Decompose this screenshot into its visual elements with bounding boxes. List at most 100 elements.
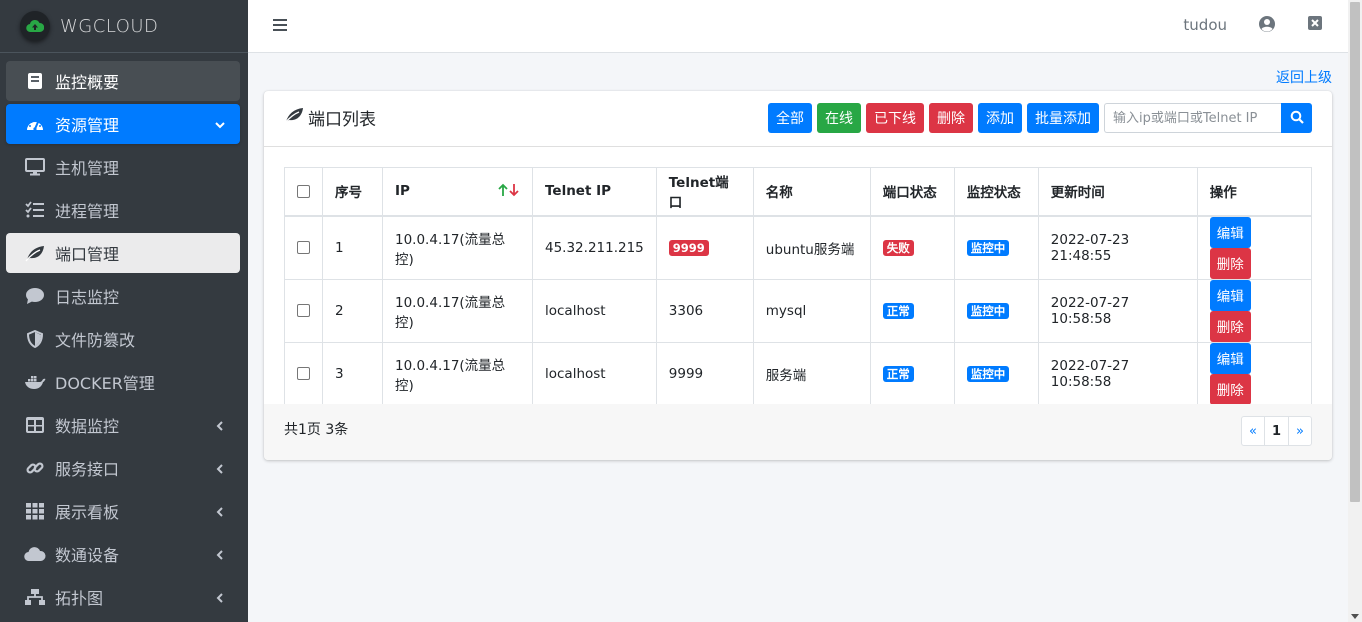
pagination-prev[interactable]: « — [1240, 416, 1265, 446]
scrollbar-thumb[interactable] — [1350, 2, 1360, 502]
search-button[interactable] — [1281, 103, 1312, 133]
sidebar-item-data-monitor[interactable]: 数据监控 — [6, 405, 240, 445]
sidebar-item-label: 数通设备 — [55, 546, 120, 565]
cell-port-status: 失败 — [869, 215, 955, 280]
sidebar-item-label: DOCKER管理 — [55, 374, 155, 393]
sidebar-item-resources[interactable]: 资源管理 — [6, 104, 240, 144]
table-row: 2 10.0.4.17(流量总控) localhost 3306 mysql 正… — [284, 278, 1313, 343]
monitor-status-badge: 监控中 — [966, 239, 1010, 256]
sidebar: WGCLOUD 监控概要 资源管理 主机管理 进程管理 端口管理 日志监控 文件… — [0, 0, 248, 622]
back-link[interactable]: 返回上级 — [1276, 67, 1332, 87]
delete-row-button[interactable]: 删除 — [1209, 373, 1251, 405]
sidebar-item-label: 监控概要 — [55, 73, 120, 92]
brand[interactable]: WGCLOUD — [0, 0, 248, 53]
sidebar-item-ports[interactable]: 端口管理 — [6, 233, 240, 273]
dashboard-icon — [24, 113, 46, 135]
header-port-status: 端口状态 — [869, 167, 955, 217]
cell-telnet-port: 9999 — [655, 341, 754, 406]
filter-online-button[interactable]: 在线 — [817, 103, 861, 133]
sidebar-item-topology[interactable]: 拓扑图 — [6, 577, 240, 617]
monitor-status-badge: 监控中 — [966, 302, 1010, 319]
chevron-left-icon — [214, 460, 226, 479]
cell-telnet-port: 9999 — [655, 215, 754, 280]
close-window-icon[interactable] — [1307, 15, 1323, 35]
header-updated: 更新时间 — [1037, 167, 1198, 217]
cell-telnet-port: 3306 — [655, 278, 754, 343]
delete-selected-button[interactable]: 删除 — [929, 103, 973, 133]
sidebar-item-docker[interactable]: DOCKER管理 — [6, 362, 240, 402]
link-icon — [24, 457, 46, 479]
select-all-checkbox[interactable] — [297, 184, 310, 198]
pagination-next[interactable]: » — [1288, 416, 1312, 446]
chevron-down-icon — [214, 116, 226, 135]
sidebar-item-processes[interactable]: 进程管理 — [6, 190, 240, 230]
leaf-icon — [284, 106, 304, 129]
cell-ip: 10.0.4.17(流量总控) — [382, 341, 533, 406]
pagination: « 1 » — [1240, 416, 1312, 446]
cell-updated: 2022-07-27 10:58:58 — [1037, 341, 1198, 406]
search-input[interactable] — [1104, 103, 1281, 133]
book-icon — [24, 70, 46, 92]
row-checkbox[interactable] — [297, 367, 310, 380]
cell-name: mysql — [752, 278, 871, 343]
brand-name: WGCLOUD — [60, 15, 159, 37]
add-button[interactable]: 添加 — [978, 103, 1022, 133]
sidebar-item-label: 进程管理 — [55, 202, 120, 221]
user-circle-icon[interactable] — [1258, 15, 1276, 37]
batch-add-button[interactable]: 批量添加 — [1027, 103, 1099, 133]
port-status-badge: 正常 — [882, 302, 914, 319]
leaf-icon — [24, 242, 46, 264]
row-checkbox[interactable] — [297, 304, 310, 317]
cell-name: ubuntu服务端 — [752, 215, 871, 280]
sidebar-item-file-guard[interactable]: 文件防篡改 — [6, 319, 240, 359]
table-row: 1 10.0.4.17(流量总控) 45.32.211.215 9999 ubu… — [284, 215, 1313, 280]
scroll-down-arrow-icon[interactable] — [1351, 614, 1359, 619]
sidebar-item-services[interactable]: 服务接口 — [6, 448, 240, 488]
sidebar-item-label: 文件防篡改 — [55, 331, 136, 350]
username[interactable]: tudou — [1183, 16, 1227, 34]
sidebar-item-hosts[interactable]: 主机管理 — [6, 147, 240, 187]
cloud-icon — [24, 543, 46, 565]
sort-arrows-icon[interactable] — [498, 183, 520, 197]
row-select-cell — [284, 215, 323, 280]
sidebar-item-overview[interactable]: 监控概要 — [6, 61, 240, 101]
header-telnet-port: Telnet端口 — [655, 167, 754, 217]
sidebar-item-label: 资源管理 — [55, 116, 120, 135]
select-all-cell — [284, 167, 323, 217]
filter-all-button[interactable]: 全部 — [768, 103, 812, 133]
tasks-icon — [24, 199, 46, 221]
card-tools: 全部 在线 已下线 删除 添加 批量添加 — [763, 103, 1312, 133]
sidebar-item-label: 数据监控 — [55, 417, 120, 436]
delete-row-button[interactable]: 删除 — [1209, 247, 1251, 279]
header-ip[interactable]: IP — [382, 167, 533, 217]
table-icon — [24, 414, 46, 436]
edit-button[interactable]: 编辑 — [1209, 279, 1251, 311]
chevron-left-icon — [214, 589, 226, 608]
header-telnet-ip: Telnet IP — [532, 167, 657, 217]
edit-button[interactable]: 编辑 — [1209, 342, 1251, 374]
filter-offline-button[interactable]: 已下线 — [866, 103, 924, 133]
card-body: 序号 IP Telnet IP Telnet端口 名称 端口状态 监控状态 更新… — [264, 147, 1332, 406]
card-footer: 共1页 3条 « 1 » — [264, 404, 1332, 460]
sidebar-item-network-devices[interactable]: 数通设备 — [6, 534, 240, 574]
pagination-page-1[interactable]: 1 — [1263, 416, 1289, 446]
sidebar-item-dashboard[interactable]: 展示看板 — [6, 491, 240, 531]
row-checkbox[interactable] — [297, 241, 310, 254]
edit-button[interactable]: 编辑 — [1209, 216, 1251, 248]
header-ip-label: IP — [395, 183, 410, 200]
vertical-scrollbar[interactable] — [1348, 0, 1362, 622]
cloud-upload-icon — [20, 11, 50, 41]
row-select-cell — [284, 278, 323, 343]
cell-actions: 编辑删除 — [1196, 341, 1313, 406]
delete-row-button[interactable]: 删除 — [1209, 310, 1251, 342]
row-select-cell — [284, 341, 323, 406]
hamburger-menu-icon[interactable] — [272, 17, 288, 37]
cell-ip: 10.0.4.17(流量总控) — [382, 278, 533, 343]
cell-name: 服务端 — [752, 341, 871, 406]
sidebar-item-logs[interactable]: 日志监控 — [6, 276, 240, 316]
cell-actions: 编辑删除 — [1196, 215, 1313, 280]
monitor-status-badge: 监控中 — [966, 365, 1010, 382]
cell-port-status: 正常 — [869, 341, 955, 406]
header-name: 名称 — [752, 167, 871, 217]
search-group — [1104, 103, 1312, 133]
